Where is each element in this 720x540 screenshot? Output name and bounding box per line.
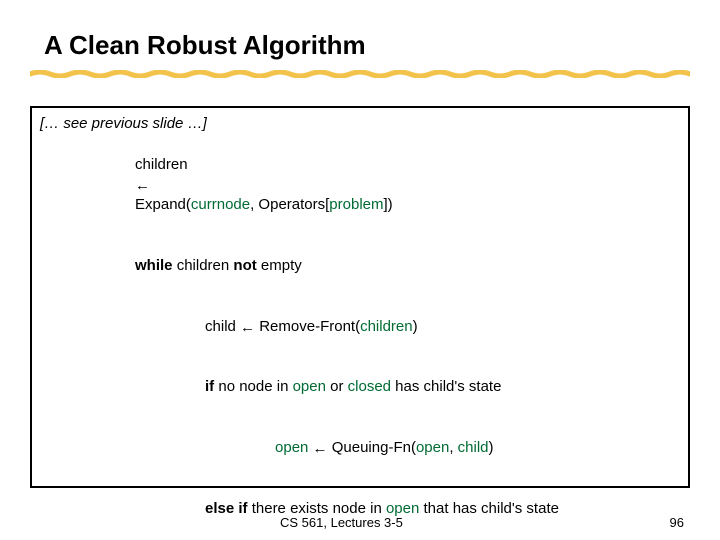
slide-title: A Clean Robust Algorithm	[44, 30, 366, 61]
code-line: if no node in open or closed has child's…	[40, 357, 680, 418]
keyword: not	[233, 257, 256, 274]
text: , Operators[	[250, 196, 329, 213]
code-line: child ← Remove-Front(children)	[40, 296, 680, 357]
arrow-icon: ←	[135, 176, 150, 196]
text: children	[173, 257, 234, 274]
arg: children	[360, 318, 413, 335]
arg: open	[275, 439, 308, 456]
arg: child	[458, 439, 489, 456]
arg: closed	[348, 378, 391, 395]
text: empty	[257, 257, 302, 274]
arg: open	[293, 378, 326, 395]
code-line: children ← Expand(currnode, Operators[pr…	[40, 134, 680, 235]
text: Queuing-Fn(	[332, 439, 416, 456]
keyword: while	[135, 257, 173, 274]
text: )	[489, 439, 494, 456]
footer-page-number: 96	[670, 515, 684, 530]
text: has child's state	[391, 378, 501, 395]
arg: currnode	[191, 196, 250, 213]
arg: problem	[329, 196, 383, 213]
arrow-icon: ←	[308, 439, 331, 459]
text: children	[135, 156, 188, 173]
code-line: else if there exists node in open that h…	[40, 479, 680, 540]
footer-course: CS 561, Lectures 3-5	[280, 515, 403, 530]
arrow-icon: ←	[240, 318, 255, 338]
text: Remove-Front(	[255, 318, 360, 335]
keyword: if	[205, 378, 214, 395]
text: or	[326, 378, 348, 395]
text: that has child's state	[419, 500, 559, 517]
keyword: else if	[205, 500, 248, 517]
text: ,	[449, 439, 457, 456]
text: )	[413, 318, 418, 335]
title-underline	[30, 70, 690, 78]
algorithm-box: [… see previous slide …] children ← Expa…	[30, 106, 690, 488]
arg: open	[416, 439, 449, 456]
text: Expand(	[135, 196, 191, 213]
text: no node in	[214, 378, 292, 395]
code-line: open ← Queuing-Fn(open, child)	[40, 418, 680, 479]
code-line: [… see previous slide …]	[40, 114, 680, 134]
text: child	[205, 318, 240, 335]
text: ])	[384, 196, 393, 213]
code-line: while children not empty	[40, 236, 680, 297]
slide: A Clean Robust Algorithm [… see previous…	[0, 0, 720, 540]
